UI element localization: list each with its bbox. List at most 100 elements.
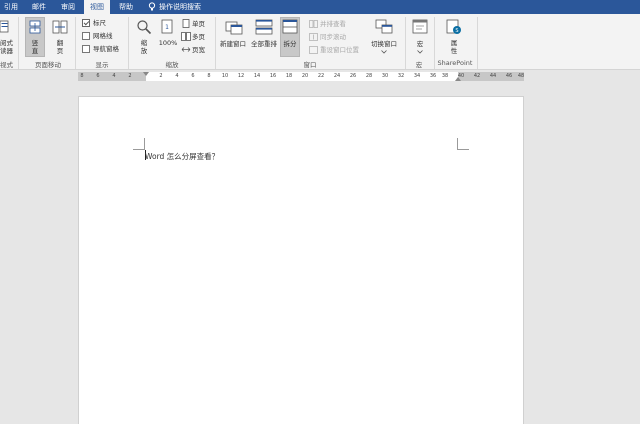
ruler-tick-label: 10 [221, 73, 229, 79]
ruler-tick-label: 42 [473, 73, 481, 79]
ruler-tick-label: 8 [80, 73, 84, 79]
group-divider [75, 17, 76, 69]
ruler-tick-label: 24 [333, 73, 341, 79]
ruler-tick-label: 40 [457, 73, 465, 79]
arrange-all-label: 全部重排 [251, 40, 277, 48]
tab-mailings[interactable]: 邮件 [26, 0, 52, 14]
one-page-icon [182, 19, 190, 28]
lightbulb-icon [148, 2, 156, 11]
new-window-label: 新建窗口 [220, 40, 246, 48]
multiple-pages-icon [181, 32, 191, 41]
zoom-group-label: 缩放 [165, 61, 179, 69]
margin-corner-top-right [457, 138, 469, 150]
svg-text:S: S [455, 28, 458, 34]
read-mode-label: 阅式 [0, 39, 13, 47]
sync-scroll-icon [309, 33, 318, 41]
ruler-tick-label: 34 [413, 73, 421, 79]
side-label-1: 翻 [56, 39, 64, 47]
page-movement-group-label: 页面移动 [35, 61, 61, 69]
ruler-tick-label: 28 [365, 73, 373, 79]
side-label-2: 页 [56, 47, 64, 55]
macros-icon[interactable] [412, 19, 428, 35]
page-width-button[interactable]: 页宽 [192, 46, 205, 54]
zoom-label-2: 放 [140, 47, 148, 55]
zoom-100-icon[interactable]: 1 [161, 19, 175, 35]
ruler-tick-label: 38 [441, 73, 449, 79]
nav-pane-label: 导航窗格 [93, 45, 119, 53]
tab-review[interactable]: 审阅 [55, 0, 81, 14]
ruler-tick-label: 18 [285, 73, 293, 79]
horizontal-ruler[interactable]: 8 6 4 2 2 4 6 8 10 12 14 16 18 20 22 24 … [78, 72, 524, 81]
document-text[interactable]: Word 怎么分屏查看？ [145, 151, 219, 162]
side-to-side-icon[interactable] [52, 20, 68, 34]
reset-window-icon [309, 46, 318, 54]
ruler-tick-label: 46 [505, 73, 513, 79]
one-page-button[interactable]: 单页 [192, 20, 205, 28]
macros-label: 宏 [416, 40, 424, 48]
split-icon [282, 19, 298, 34]
sharepoint-group-label: SharePoint [437, 59, 473, 67]
sync-scroll-button[interactable]: 同步滚动 [320, 33, 346, 41]
zoom-100-label: 100% [158, 39, 178, 47]
read-mode-icon[interactable] [0, 20, 10, 34]
window-group-label: 窗口 [303, 61, 317, 69]
properties-icon[interactable]: S [446, 19, 462, 35]
vertical-label-1: 竖 [31, 39, 39, 47]
ribbon-tab-bar: 引用 邮件 审阅 视图 帮助 操作说明搜索 [0, 0, 640, 14]
ruler-label: 标尺 [93, 19, 106, 27]
tab-view[interactable]: 视图 [84, 0, 110, 14]
ruler-tick-label: 32 [397, 73, 405, 79]
gridlines-label: 网格线 [93, 32, 113, 40]
side-by-side-button[interactable]: 并排查看 [320, 20, 346, 28]
group-divider [128, 17, 129, 69]
ruler-tick-label: 44 [489, 73, 497, 79]
svg-text:1: 1 [165, 24, 169, 31]
ruler-checkbox[interactable] [82, 19, 90, 27]
vertical-label-2: 直 [31, 47, 39, 55]
tab-help[interactable]: 帮助 [113, 0, 139, 14]
chevron-down-icon [417, 50, 423, 54]
chevron-down-icon [381, 50, 387, 54]
ruler-tick-label: 22 [317, 73, 325, 79]
split-label: 拆分 [283, 40, 297, 48]
ruler-tick-label: 20 [301, 73, 309, 79]
page-width-icon [181, 47, 191, 52]
ruler-tick-label: 2 [159, 73, 163, 79]
views-group-label: 视式 [0, 61, 13, 69]
ribbon: 阅式 读器 视式 竖 直 翻 页 页面移动 标尺 网格线 导航窗格 显示 缩 放… [0, 14, 640, 70]
margin-corner-top-left [133, 138, 145, 150]
ruler-tick-label: 8 [207, 73, 211, 79]
properties-label-2: 性 [450, 47, 458, 55]
ruler-tick-label: 6 [96, 73, 100, 79]
macros-group-label: 宏 [415, 61, 423, 69]
switch-windows-icon[interactable] [375, 19, 393, 35]
ruler-tick-label: 26 [349, 73, 357, 79]
first-line-indent-marker[interactable] [143, 72, 149, 76]
ruler-tick-label: 4 [112, 73, 116, 79]
reset-window-button[interactable]: 重设窗口位置 [320, 46, 359, 54]
ruler-tick-label: 36 [429, 73, 437, 79]
ruler-tick-label: 12 [237, 73, 245, 79]
ruler-tick-label: 16 [269, 73, 277, 79]
zoom-label-1: 缩 [140, 39, 148, 47]
nav-pane-checkbox[interactable] [82, 45, 90, 53]
ruler-tick-label: 14 [253, 73, 261, 79]
arrange-all-icon[interactable] [255, 19, 273, 35]
gridlines-checkbox[interactable] [82, 32, 90, 40]
properties-label-1: 属 [450, 39, 458, 47]
group-divider [18, 17, 19, 69]
switch-windows-label: 切换窗口 [371, 40, 397, 48]
ruler-tick-label: 48 [517, 73, 525, 79]
ruler-tick-label: 2 [128, 73, 132, 79]
read-mode-label-2: 读器 [0, 47, 13, 55]
ruler-tick-label: 4 [175, 73, 179, 79]
group-divider [477, 17, 478, 69]
side-by-side-icon [309, 20, 318, 28]
new-window-icon[interactable] [225, 19, 243, 35]
zoom-magnifier-icon[interactable] [136, 19, 152, 35]
ruler-tick-label: 6 [191, 73, 195, 79]
tell-me-search[interactable]: 操作说明搜索 [159, 0, 211, 14]
multiple-pages-button[interactable]: 多页 [192, 33, 205, 41]
tab-references[interactable]: 引用 [0, 0, 22, 14]
vertical-pages-icon [29, 20, 41, 34]
